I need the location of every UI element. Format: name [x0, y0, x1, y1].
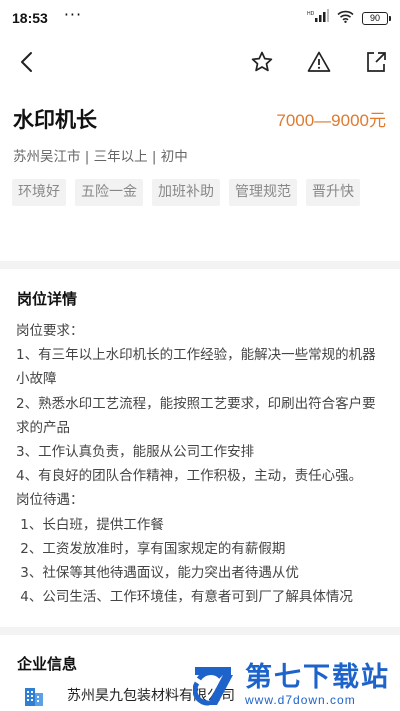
salary: 7000—9000元 — [276, 111, 386, 130]
description-line: 3、社保等其他待遇面议，能力突出者待遇从优 — [16, 565, 299, 582]
description-line: 岗位待遇： — [16, 492, 84, 509]
share-button[interactable] — [362, 48, 390, 76]
star-icon — [251, 51, 273, 72]
site-watermark: 第七下载站 www.d7down.com — [193, 661, 390, 709]
job-title: 水印机长 — [13, 108, 97, 132]
tag: 管理规范 — [229, 179, 297, 206]
back-icon — [21, 52, 32, 72]
battery-icon: 90 — [362, 11, 391, 25]
description-line: 4、有良好的团队合作精神，工作积极，主动，责任心强。 — [16, 468, 363, 485]
description-line: 2、熟悉水印工艺流程，能按照工艺要求，印刷出符合客户要求的产品 — [16, 395, 376, 436]
description-line: 1、有三年以上水印机长的工作经验，能解决一些常规的机器小故障 — [16, 347, 376, 388]
section-divider — [0, 261, 400, 269]
watermark-url: www.d7down.com — [245, 693, 356, 707]
favorite-button[interactable] — [248, 48, 276, 76]
description-line: 2、工资发放准时，享有国家规定的有薪假期 — [16, 540, 286, 557]
signal-icon: HD — [307, 9, 329, 27]
report-button[interactable] — [305, 48, 333, 76]
status-bar: 18:53 ··· HD 90 — [0, 0, 400, 36]
company-heading: 企业信息 — [17, 655, 78, 673]
job-meta: 苏州吴江市 | 三年以上 | 初中 — [13, 149, 188, 165]
status-time: 18:53 — [12, 10, 48, 26]
tag: 环境好 — [12, 179, 66, 206]
building-icon — [25, 688, 43, 706]
tag: 加班补助 — [152, 179, 220, 206]
description-line: 岗位要求： — [16, 323, 84, 339]
d7-logo-icon — [193, 667, 233, 706]
status-more-dots: ··· — [63, 5, 83, 24]
tag: 五险一金 — [75, 179, 143, 206]
job-description: 岗位要求： 1、有三年以上水印机长的工作经验，能解决一些常规的机器小故障 2、熟… — [16, 319, 388, 609]
description-line: 3、工作认真负责，能服从公司工作安排 — [16, 444, 255, 461]
watermark-title: 第七下载站 — [245, 662, 390, 693]
back-button[interactable] — [14, 48, 42, 76]
details-heading: 岗位详情 — [17, 290, 78, 308]
warning-icon — [307, 51, 331, 72]
nav-bar — [0, 40, 400, 84]
status-indicators: HD 90 — [307, 9, 391, 27]
wifi-icon — [337, 10, 354, 27]
section-divider — [0, 627, 400, 635]
job-tags: 环境好 五险一金 加班补助 管理规范 晋升快 — [12, 179, 388, 206]
svg-text:HD: HD — [307, 11, 315, 17]
share-icon — [367, 52, 386, 72]
tag: 晋升快 — [306, 179, 360, 206]
description-line: 4、公司生活、工作环境佳，有意者可到厂了解具体情况 — [16, 589, 353, 606]
description-line: 1、长白班，提供工作餐 — [16, 516, 164, 533]
